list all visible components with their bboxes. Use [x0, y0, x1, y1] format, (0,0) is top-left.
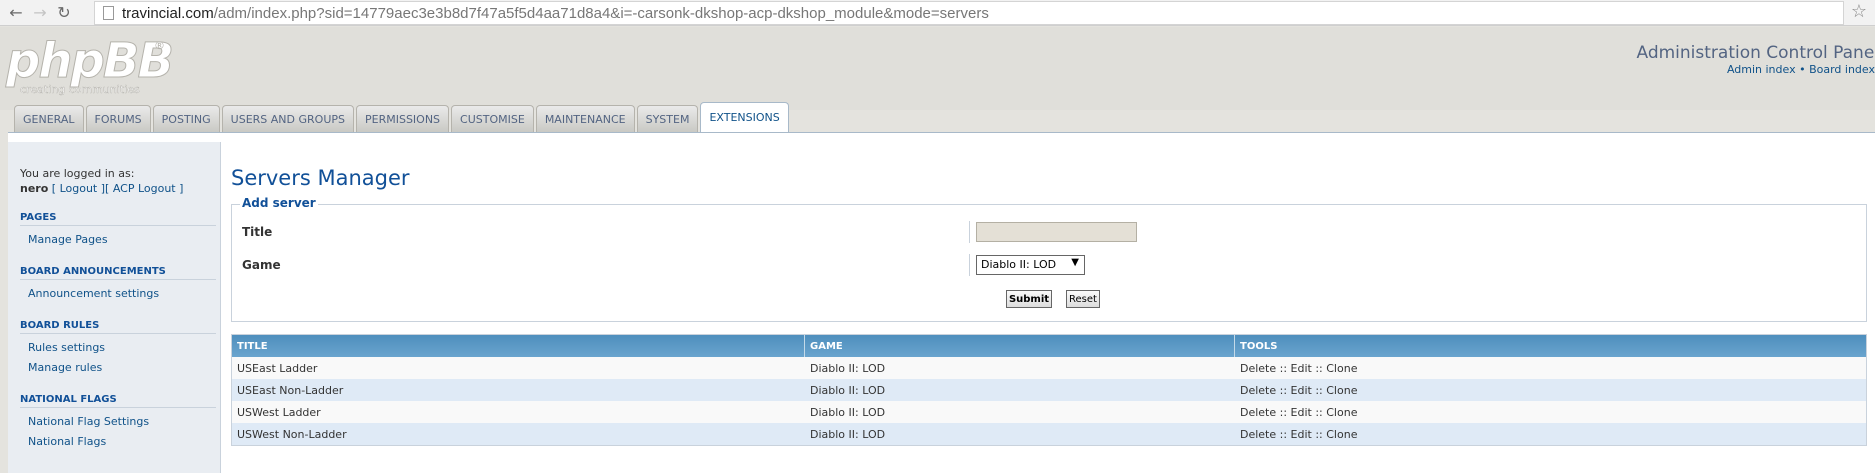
page-icon — [103, 6, 114, 20]
link-separator: • — [1795, 63, 1810, 76]
title-input[interactable] — [976, 222, 1137, 242]
dropdown-arrow-icon: ▼ — [1071, 257, 1079, 268]
board-index-link[interactable]: Board index — [1809, 63, 1875, 76]
tab-customise[interactable]: CUSTOMISE — [451, 105, 534, 132]
sidebar-item-announcement-settings[interactable]: Announcement settings — [20, 287, 216, 300]
table-row: USEast Non-Ladder Diablo II: LOD Delete … — [232, 379, 1866, 401]
server-game: Diablo II: LOD — [810, 428, 886, 441]
row-divider — [969, 254, 970, 276]
logo-tagline: creating communities — [20, 83, 140, 96]
sidebar-item-rules-settings[interactable]: Rules settings — [20, 341, 216, 354]
form-legend: Add server — [240, 196, 318, 210]
acp-logout-link[interactable]: [ ACP Logout ] — [105, 182, 183, 195]
page-body: You are logged in as: nero [ Logout ][ A… — [8, 142, 1875, 473]
reload-icon[interactable]: ↻ — [52, 1, 76, 25]
url-path: /adm/index.php?sid=14779aec3e3b8d7f47a5f… — [213, 4, 989, 22]
main-content: Servers Manager Add server Title Game Di… — [220, 142, 1875, 473]
sidebar-item-national-flags[interactable]: National Flags — [20, 435, 216, 448]
tab-general[interactable]: GENERAL — [14, 105, 84, 132]
acp-header: phpBB ® creating communities Administrat… — [0, 27, 1875, 110]
sidebar-item-manage-rules[interactable]: Manage rules — [20, 361, 216, 374]
url-host: travincial.com — [122, 4, 214, 22]
server-game: Diablo II: LOD — [810, 384, 886, 397]
server-tools[interactable]: Delete :: Edit :: Clone — [1235, 401, 1865, 423]
username: nero — [20, 182, 49, 195]
tab-forums[interactable]: FORUMS — [85, 105, 151, 132]
sidebar-section-board-rules: BOARD RULES Rules settings Manage rules — [20, 320, 216, 374]
servers-table: TITLE GAME TOOLS USEast Ladder Diablo II… — [231, 334, 1867, 446]
sidebar: You are logged in as: nero [ Logout ][ A… — [8, 142, 220, 473]
sidebar-section-pages: PAGES Manage Pages — [20, 212, 216, 246]
logo-text: phpBB — [6, 33, 175, 89]
server-title: USWest Non-Ladder — [237, 428, 347, 441]
sidebar-section-board-announcements: BOARD ANNOUNCEMENTS Announcement setting… — [20, 266, 216, 300]
reset-button[interactable]: Reset — [1066, 290, 1100, 308]
tab-posting[interactable]: POSTING — [152, 105, 220, 132]
title-row: Title — [232, 217, 1866, 247]
admin-index-link[interactable]: Admin index — [1727, 63, 1796, 76]
login-status: You are logged in as: nero [ Logout ][ A… — [20, 166, 183, 196]
sidebar-section-title: BOARD RULES — [20, 320, 216, 334]
server-tools[interactable]: Delete :: Edit :: Clone — [1235, 379, 1865, 401]
server-tools[interactable]: Delete :: Edit :: Clone — [1235, 423, 1865, 445]
server-title: USWest Ladder — [237, 406, 321, 419]
back-arrow-icon[interactable]: ← — [4, 1, 28, 25]
column-header-game: GAME — [805, 335, 1235, 357]
tab-maintenance[interactable]: MAINTENANCE — [535, 105, 635, 132]
game-selected-value: Diablo II: LOD — [981, 258, 1057, 271]
server-title: USEast Non-Ladder — [237, 384, 344, 397]
game-label: Game — [242, 258, 281, 272]
tab-system[interactable]: SYSTEM — [636, 105, 699, 132]
server-game: Diablo II: LOD — [810, 406, 886, 419]
sidebar-item-manage-pages[interactable]: Manage Pages — [20, 233, 216, 246]
table-row: USWest Ladder Diablo II: LOD Delete :: E… — [232, 401, 1866, 423]
acp-title: Administration Control Panel — [1636, 43, 1875, 63]
game-row: Game Diablo II: LOD ▼ — [232, 250, 1866, 280]
header-links: Admin index • Board index — [1727, 63, 1875, 76]
tab-extensions[interactable]: EXTENSIONS — [700, 102, 789, 132]
main-tabs: GENERAL FORUMS POSTING USERS AND GROUPS … — [14, 102, 789, 132]
column-header-title: TITLE — [232, 335, 805, 357]
row-divider — [969, 221, 970, 243]
sidebar-section-title: NATIONAL FLAGS — [20, 394, 216, 408]
phpbb-logo[interactable]: phpBB ® creating communities — [6, 33, 175, 97]
browser-toolbar: ← → ↻ travincial.com/adm/index.php?sid=1… — [0, 0, 1875, 26]
add-server-form: Add server Title Game Diablo II: LOD ▼ S… — [231, 196, 1867, 322]
server-title: USEast Ladder — [237, 362, 318, 375]
table-row: USEast Ladder Diablo II: LOD Delete :: E… — [232, 357, 1866, 379]
form-buttons: Submit Reset — [232, 283, 1866, 313]
tab-permissions[interactable]: PERMISSIONS — [356, 105, 450, 132]
game-select[interactable]: Diablo II: LOD ▼ — [976, 255, 1085, 275]
logout-link[interactable]: [ Logout ] — [52, 182, 105, 195]
forward-arrow-icon[interactable]: → — [28, 1, 52, 25]
title-label: Title — [242, 225, 273, 239]
sidebar-section-national-flags: NATIONAL FLAGS National Flag Settings Na… — [20, 394, 216, 448]
address-bar[interactable]: travincial.com/adm/index.php?sid=14779ae… — [94, 1, 1844, 25]
table-row: USWest Non-Ladder Diablo II: LOD Delete … — [232, 423, 1866, 445]
column-header-tools: TOOLS — [1240, 341, 1278, 352]
registered-mark-icon: ® — [154, 39, 165, 52]
tab-users-and-groups[interactable]: USERS AND GROUPS — [221, 105, 354, 132]
bookmark-star-icon[interactable]: ☆ — [1851, 1, 1867, 22]
server-tools[interactable]: Delete :: Edit :: Clone — [1235, 357, 1865, 379]
sidebar-item-national-flag-settings[interactable]: National Flag Settings — [20, 415, 216, 428]
sidebar-section-title: PAGES — [20, 212, 216, 226]
page-title: Servers Manager — [231, 166, 410, 190]
server-game: Diablo II: LOD — [810, 362, 886, 375]
submit-button[interactable]: Submit — [1006, 290, 1052, 308]
sidebar-section-title: BOARD ANNOUNCEMENTS — [20, 266, 216, 280]
logged-in-label: You are logged in as: — [20, 167, 135, 180]
table-header: TITLE GAME TOOLS — [232, 335, 1866, 357]
page-container: You are logged in as: nero [ Logout ][ A… — [8, 132, 1875, 473]
